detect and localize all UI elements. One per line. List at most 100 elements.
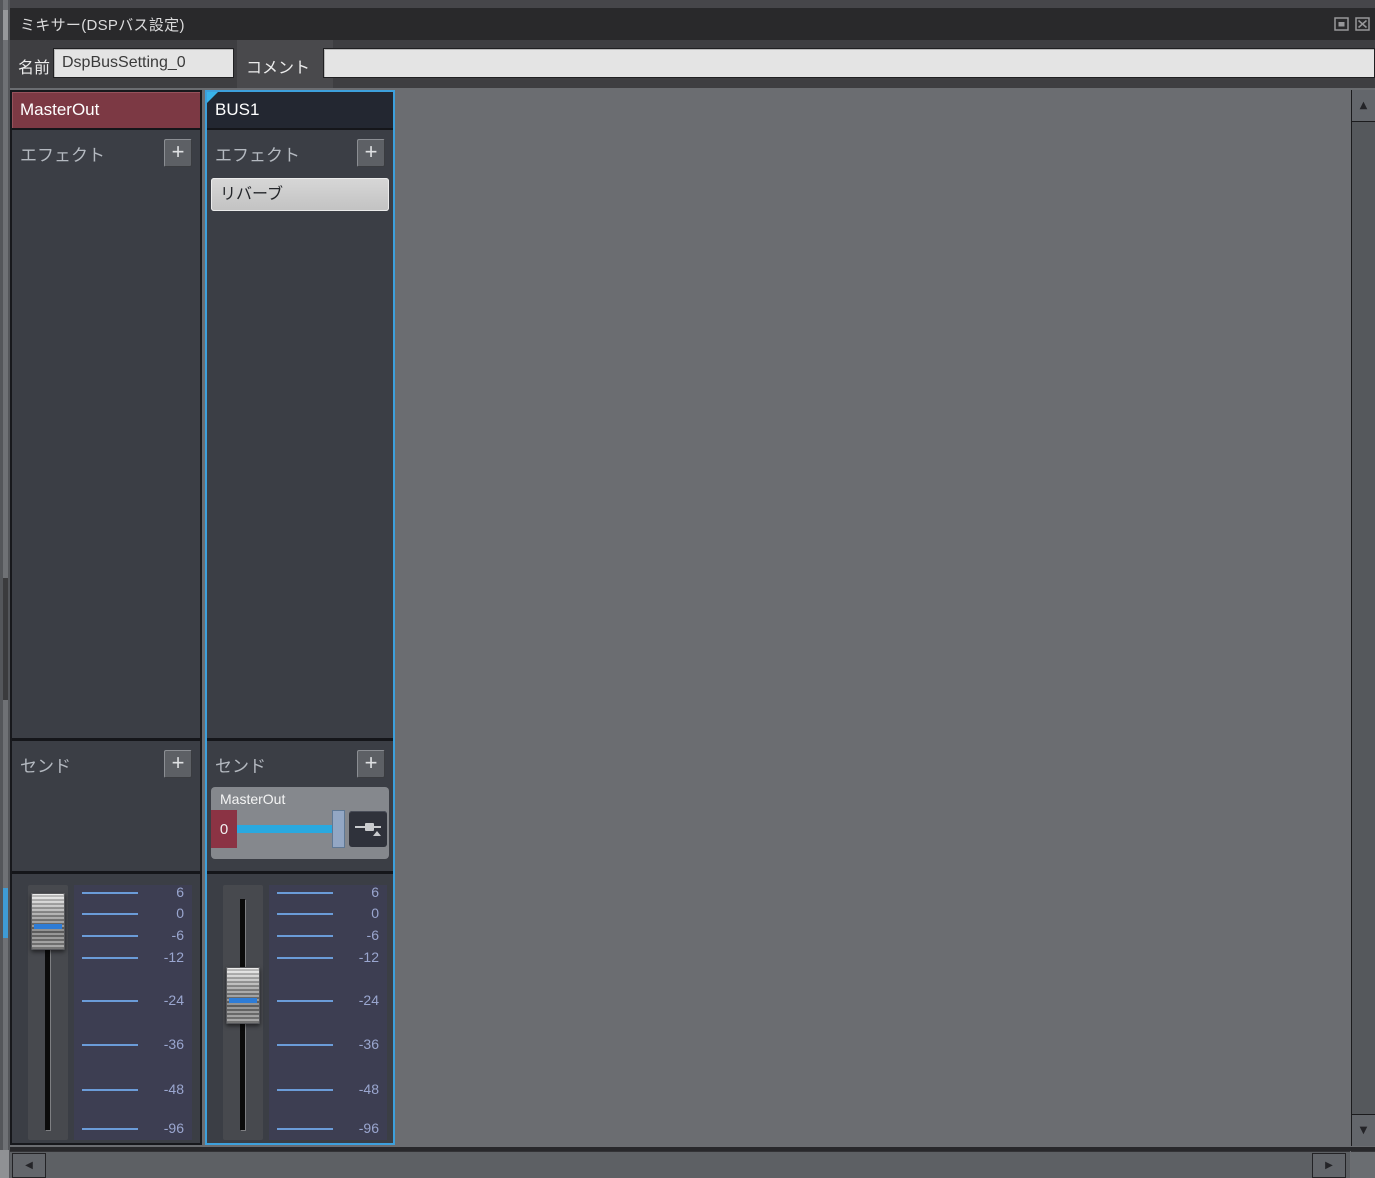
tick-label: 0 <box>176 905 184 921</box>
masterout-sends-label: センド <box>20 752 71 777</box>
effect-item-reverb[interactable]: リバーブ <box>211 178 389 211</box>
scrollbar-corner <box>1351 1151 1375 1178</box>
masterout-strip-title: MasterOut <box>20 100 99 120</box>
tick-label: 0 <box>371 905 379 921</box>
bus1-fader-scale: 6 0 -6 -12 -24 -36 -48 -96 <box>269 885 387 1140</box>
tick-label: -48 <box>164 1081 184 1097</box>
tick-label: 6 <box>176 884 184 900</box>
add-effect-button[interactable]: + <box>164 139 192 167</box>
masterout-fader-section: 6 0 -6 -12 -24 -36 -48 -96 <box>12 874 200 1141</box>
vertical-scrollbar[interactable]: ▲ ▼ <box>1351 90 1375 1146</box>
tick-line <box>82 892 138 894</box>
add-send-button[interactable]: + <box>164 750 192 778</box>
tick-line <box>82 1044 138 1046</box>
channel-strip-masterout[interactable]: MasterOut エフェクト + センド + <box>10 90 202 1145</box>
panel-titlebar[interactable]: ミキサー(DSPバス設定) <box>10 8 1375 40</box>
left-panel-gutter <box>0 0 10 1178</box>
fader-scale-tick: -6 <box>269 935 387 937</box>
tick-line <box>82 957 138 959</box>
tick-line <box>277 957 333 959</box>
fader-knob-line <box>229 998 257 1003</box>
tick-label: -12 <box>359 949 379 965</box>
name-label: 名前 <box>18 54 50 78</box>
tick-line <box>277 935 333 937</box>
send-settings-button[interactable] <box>349 811 387 847</box>
masterout-effects-section: エフェクト + <box>12 130 200 738</box>
masterout-fader-scale: 6 0 -6 -12 -24 -36 -48 -96 <box>74 885 192 1140</box>
masterout-fader-track-panel <box>28 885 68 1140</box>
fader-scale-tick: -36 <box>269 1044 387 1046</box>
bus1-effects-section: エフェクト + リバーブ <box>207 130 393 738</box>
float-window-icon[interactable] <box>1333 16 1350 32</box>
fader-scale-tick: -48 <box>74 1089 192 1091</box>
tick-line <box>82 913 138 915</box>
horizontal-scrollbar[interactable]: ◀ ▶ <box>10 1151 1350 1178</box>
tick-line <box>277 1044 333 1046</box>
bus1-sends-section: センド + MasterOut 0 <box>207 741 393 871</box>
tick-line <box>82 1128 138 1130</box>
window-top-strip <box>10 0 1375 8</box>
panel-title: ミキサー(DSPバス設定) <box>10 14 185 35</box>
fader-scale-tick: -36 <box>74 1044 192 1046</box>
tick-label: -24 <box>164 992 184 1008</box>
fader-knob-line <box>34 924 62 929</box>
tick-label: -12 <box>164 949 184 965</box>
add-effect-button[interactable]: + <box>357 139 385 167</box>
channel-strip-bus1[interactable]: BUS1 エフェクト + リバーブ センド + MasterOut 0 <box>205 90 395 1145</box>
fader-scale-tick: -6 <box>74 935 192 937</box>
tick-line <box>82 1089 138 1091</box>
send-level-value[interactable]: 0 <box>211 810 237 848</box>
masterout-sends-section: センド + <box>12 741 200 871</box>
selection-corner-marker <box>207 92 218 103</box>
tick-line <box>277 892 333 894</box>
gutter-bottom-segment <box>0 1150 9 1178</box>
send-target-label: MasterOut <box>211 789 387 810</box>
bus1-fader-knob[interactable] <box>226 967 260 1024</box>
fader-scale-tick: 6 <box>269 892 387 894</box>
tick-line <box>277 1089 333 1091</box>
tick-label: -24 <box>359 992 379 1008</box>
scroll-up-button[interactable]: ▲ <box>1352 90 1375 122</box>
gutter-blue-segment <box>3 888 8 938</box>
tick-label: -6 <box>172 927 184 943</box>
tick-label: -36 <box>164 1036 184 1052</box>
comment-input[interactable] <box>323 48 1375 78</box>
tick-label: -96 <box>359 1120 379 1136</box>
fader-scale-tick: -12 <box>269 957 387 959</box>
send-slider-track <box>237 825 333 833</box>
add-send-button[interactable]: + <box>357 750 385 778</box>
scroll-right-button[interactable]: ▶ <box>1312 1153 1346 1178</box>
fader-scale-tick: 0 <box>269 913 387 915</box>
send-item-masterout[interactable]: MasterOut 0 <box>211 787 389 859</box>
tick-line <box>277 1128 333 1130</box>
fader-scale-tick: -12 <box>74 957 192 959</box>
send-slider-handle[interactable] <box>332 810 345 848</box>
tick-label: 6 <box>371 884 379 900</box>
send-level-slider[interactable] <box>237 810 346 848</box>
masterout-strip-header[interactable]: MasterOut <box>12 92 200 130</box>
fader-scale-tick: 6 <box>74 892 192 894</box>
bus1-strip-header[interactable]: BUS1 <box>207 92 393 130</box>
masterout-fader-knob[interactable] <box>31 893 65 950</box>
name-input[interactable] <box>53 48 234 78</box>
fader-scale-tick: -24 <box>269 1000 387 1002</box>
mixer-content-area: MasterOut エフェクト + センド + <box>10 88 1375 1150</box>
tick-line <box>82 1000 138 1002</box>
tick-line <box>277 1000 333 1002</box>
scroll-down-button[interactable]: ▼ <box>1352 1114 1375 1146</box>
bus1-strip-title: BUS1 <box>215 100 259 120</box>
fader-scale-tick: -48 <box>269 1089 387 1091</box>
scroll-left-button[interactable]: ◀ <box>12 1153 46 1178</box>
fader-scale-tick: -24 <box>74 1000 192 1002</box>
close-icon[interactable] <box>1354 16 1371 32</box>
bus1-fader-section: 6 0 -6 -12 -24 -36 -48 -96 <box>207 874 393 1141</box>
fader-scale-tick: -96 <box>74 1128 192 1130</box>
gutter-grip <box>3 10 8 40</box>
bus1-fader-track-panel <box>223 885 263 1140</box>
tick-label: -6 <box>367 927 379 943</box>
gutter-dark-segment <box>3 578 8 700</box>
tick-label: -48 <box>359 1081 379 1097</box>
bus1-sends-label: センド <box>215 752 266 777</box>
tick-label: -96 <box>164 1120 184 1136</box>
fader-scale-tick: -96 <box>269 1128 387 1130</box>
